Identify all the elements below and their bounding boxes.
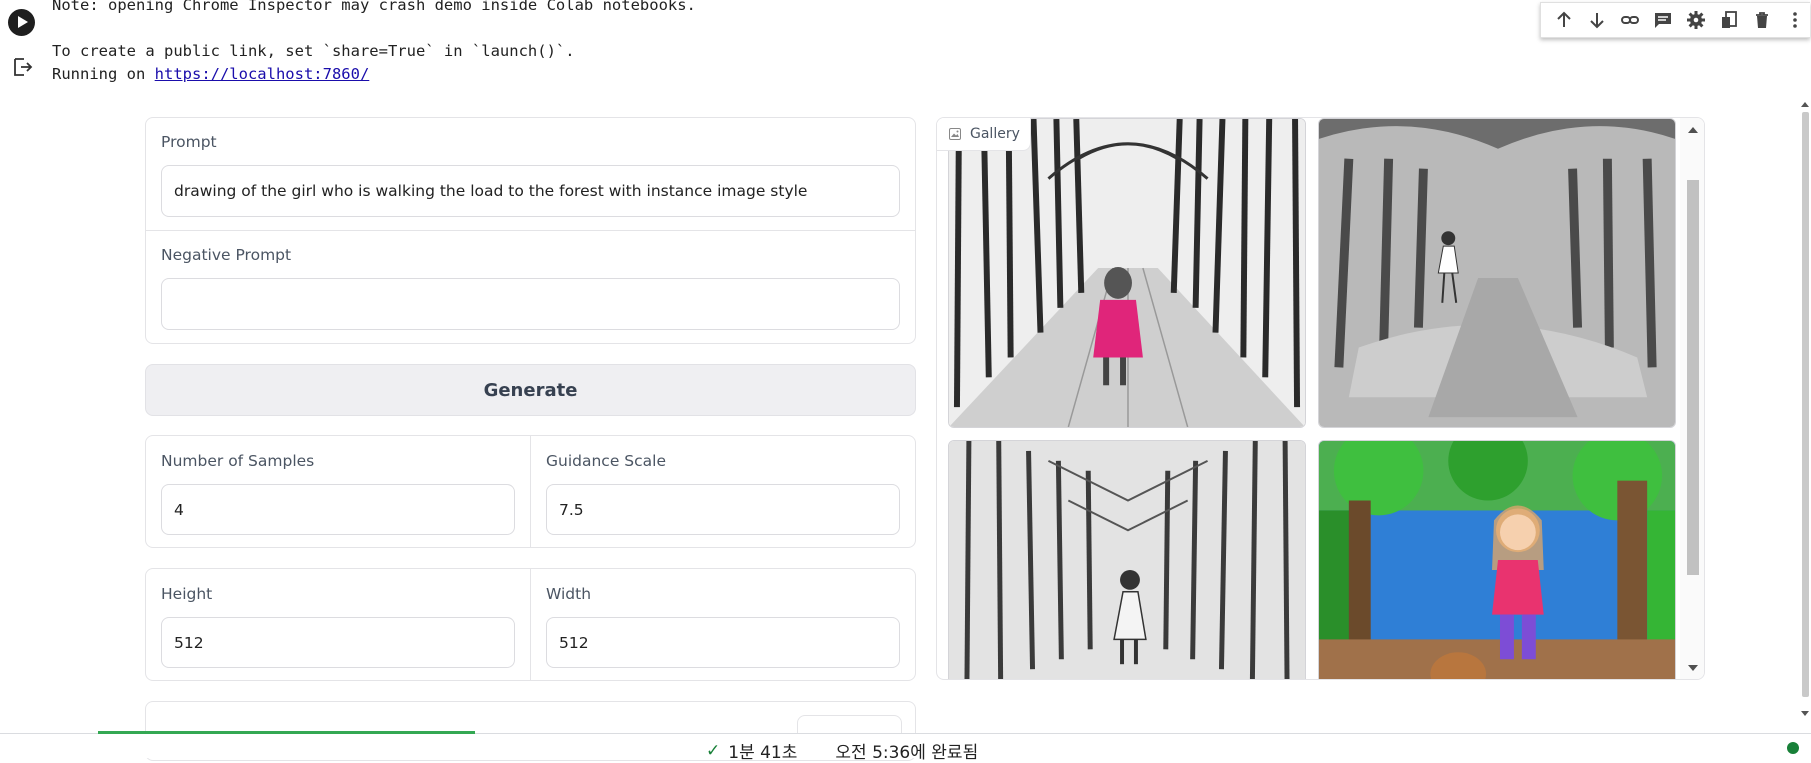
prompt-input[interactable]: drawing of the girl who is walking the l… xyxy=(161,165,900,217)
image-icon xyxy=(949,128,961,140)
gallery-label: Gallery xyxy=(937,118,1031,151)
page-scroll-thumb[interactable] xyxy=(1802,112,1809,697)
localhost-link[interactable]: https://localhost:7860/ xyxy=(155,65,370,83)
width-label: Width xyxy=(546,585,592,603)
gallery-label-text: Gallery xyxy=(970,126,1020,142)
cell-toolbar xyxy=(1540,2,1810,38)
samples-guidance-divider xyxy=(530,436,531,547)
connection-status-icon[interactable] xyxy=(1787,742,1799,754)
gallery-image-3[interactable] xyxy=(948,440,1306,679)
console-line-1: Note: opening Chrome Inspector may crash… xyxy=(52,0,696,14)
page-scroll-down-icon[interactable] xyxy=(1801,711,1809,716)
console-line-4: Running on xyxy=(52,65,155,83)
size-divider xyxy=(530,569,531,680)
gallery-scrollbar[interactable] xyxy=(1680,118,1704,679)
gallery-image-1[interactable] xyxy=(948,118,1306,428)
link-icon[interactable] xyxy=(1615,5,1644,35)
gear-icon[interactable] xyxy=(1682,5,1711,35)
status-text: ✓ 1분 41초 오전 5:36에 완료됨 xyxy=(706,738,978,763)
page-scroll-up-icon[interactable] xyxy=(1801,102,1809,107)
output-menu-icon[interactable] xyxy=(11,56,33,78)
generate-button[interactable]: Generate xyxy=(145,364,916,416)
console-line-3: To create a public link, set `share=True… xyxy=(52,42,575,60)
cell-output-text: Note: opening Chrome Inspector may crash… xyxy=(52,0,696,86)
elapsed-time: 1분 41초 xyxy=(728,743,798,763)
gallery-image-2[interactable] xyxy=(1318,118,1676,428)
check-icon: ✓ xyxy=(706,740,721,761)
gallery: Gallery xyxy=(936,117,1705,680)
completed-time: 오전 5:36에 완료됨 xyxy=(835,743,979,763)
prompt-divider xyxy=(146,230,915,231)
execution-progress-bar xyxy=(98,731,475,734)
negative-prompt-input[interactable] xyxy=(161,278,900,330)
guidance-label: Guidance Scale xyxy=(546,452,666,470)
page-scrollbar[interactable] xyxy=(1800,100,1811,720)
guidance-input[interactable]: 7.5 xyxy=(546,484,900,535)
samples-label: Number of Samples xyxy=(161,452,315,470)
samples-input[interactable]: 4 xyxy=(161,484,515,535)
comment-icon[interactable] xyxy=(1648,5,1677,35)
gallery-scroll-up-icon[interactable] xyxy=(1688,127,1698,133)
width-input[interactable]: 512 xyxy=(546,617,900,668)
status-bar: ✓ 1분 41초 오전 5:36에 완료됨 xyxy=(0,731,1811,763)
arrow-down-icon[interactable] xyxy=(1582,5,1611,35)
height-input[interactable]: 512 xyxy=(161,617,515,668)
height-label: Height xyxy=(161,585,213,603)
gallery-scroll-down-icon[interactable] xyxy=(1688,665,1698,671)
run-cell-button[interactable] xyxy=(8,9,35,36)
arrow-up-icon[interactable] xyxy=(1549,5,1578,35)
negative-prompt-label: Negative Prompt xyxy=(161,246,292,264)
mirror-cell-icon[interactable] xyxy=(1715,5,1744,35)
prompt-label: Prompt xyxy=(161,133,217,151)
trash-icon[interactable] xyxy=(1748,5,1777,35)
gallery-image-4[interactable] xyxy=(1318,440,1676,679)
more-vert-icon[interactable] xyxy=(1781,5,1810,35)
gallery-scroll-thumb[interactable] xyxy=(1687,180,1699,575)
